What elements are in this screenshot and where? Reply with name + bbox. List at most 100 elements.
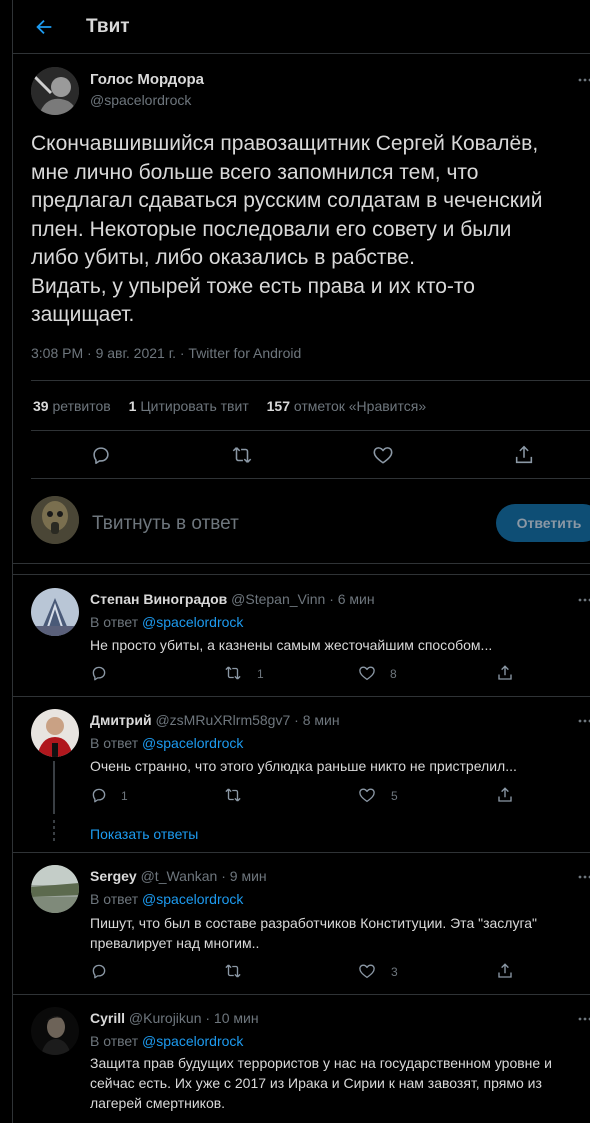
avatar[interactable] bbox=[31, 1007, 79, 1055]
thread-dots bbox=[53, 820, 55, 842]
like-count: 8 bbox=[390, 667, 397, 681]
reply-to-prefix: В ответ bbox=[90, 1033, 139, 1049]
divider bbox=[13, 852, 590, 853]
likes-label: отметок «Нравится» bbox=[293, 398, 427, 414]
reply-time[interactable]: · 9 мин bbox=[221, 868, 266, 884]
more-icon[interactable] bbox=[577, 713, 590, 729]
avatar[interactable] bbox=[31, 865, 79, 913]
reply-to-line: В ответ @spacelordrock bbox=[90, 1033, 243, 1049]
likes-stat[interactable]: 157 отметок «Нравится» bbox=[267, 398, 427, 414]
author-name[interactable]: Голос Мордора bbox=[90, 71, 204, 88]
more-icon[interactable] bbox=[577, 1011, 590, 1027]
reply-author-name[interactable]: Степан Виноградов bbox=[90, 591, 227, 607]
tweet-text-line: Скончавшившийся правозащитник Сергей Ков… bbox=[31, 132, 539, 155]
reply-header: Степан Виноградов @Stepan_Vinn · 6 мин bbox=[90, 591, 375, 607]
like-icon[interactable] bbox=[358, 962, 376, 980]
more-icon[interactable] bbox=[577, 592, 590, 608]
tweet-stats: 39 ретвитов 1 Цитировать твит 157 отмето… bbox=[33, 398, 426, 414]
retweets-count: 39 bbox=[33, 398, 49, 414]
retweets-stat[interactable]: 39 ретвитов bbox=[33, 398, 115, 414]
reply-icon[interactable] bbox=[90, 444, 112, 466]
author-handle[interactable]: @spacelordrock bbox=[90, 92, 191, 108]
share-icon[interactable] bbox=[513, 444, 535, 466]
retweet-count: 1 bbox=[257, 667, 264, 681]
reply-icon[interactable] bbox=[90, 664, 108, 682]
reply-author-handle[interactable]: @Stepan_Vinn bbox=[231, 591, 325, 607]
reply-text-line: Защита прав будущих террористов у нас на… bbox=[90, 1055, 552, 1071]
reply-to-line: В ответ @spacelordrock bbox=[90, 735, 243, 751]
share-icon[interactable] bbox=[496, 664, 514, 682]
reply-header: Cyrill @Kurojikun · 10 мин bbox=[90, 1010, 259, 1026]
retweet-icon[interactable] bbox=[224, 664, 242, 682]
divider bbox=[13, 696, 590, 697]
retweet-icon[interactable] bbox=[231, 444, 253, 466]
avatar-image bbox=[31, 1007, 79, 1055]
reply-to-link[interactable]: @spacelordrock bbox=[142, 614, 243, 630]
reply-time[interactable]: · 8 мин bbox=[294, 712, 339, 728]
tweet-text-line: защищает. bbox=[31, 303, 135, 326]
share-icon[interactable] bbox=[496, 962, 514, 980]
user-avatar-image bbox=[31, 496, 79, 544]
reply-to-prefix: В ответ bbox=[90, 614, 139, 630]
reply-text-line: лагерей смертников. bbox=[90, 1095, 226, 1111]
tweet-meta[interactable]: 3:08 PM · 9 авг. 2021 г. · Twitter for A… bbox=[31, 345, 301, 361]
quotes-count: 1 bbox=[128, 398, 137, 414]
reply-author-name[interactable]: Дмитрий bbox=[90, 712, 152, 728]
divider bbox=[31, 430, 590, 431]
reply-to-line: В ответ @spacelordrock bbox=[90, 891, 243, 907]
reply-author-name[interactable]: Sergey bbox=[90, 868, 137, 884]
reply-to-link[interactable]: @spacelordrock bbox=[142, 735, 243, 751]
like-icon[interactable] bbox=[358, 786, 376, 804]
reply-author-handle[interactable]: @Kurojikun bbox=[129, 1010, 202, 1026]
reply-to-prefix: В ответ bbox=[90, 735, 139, 751]
reply-author-name[interactable]: Cyrill bbox=[90, 1010, 125, 1026]
retweet-icon[interactable] bbox=[224, 786, 242, 804]
divider bbox=[31, 380, 590, 381]
tweet-text-line: мне лично больше всего запомнился тем, ч… bbox=[31, 160, 479, 184]
tweet-text-line: Видать, у упырей тоже есть права и их кт… bbox=[31, 274, 475, 298]
like-count: 5 bbox=[391, 789, 398, 803]
quotes-label: Цитировать твит bbox=[140, 398, 249, 414]
tweet-text-line: плен. Некоторые последовали его совету и… bbox=[31, 217, 512, 241]
reply-to-link[interactable]: @spacelordrock bbox=[142, 1033, 243, 1049]
tweet-text-line: предлагал сдаваться русским солдатам в ч… bbox=[31, 189, 543, 212]
user-avatar[interactable] bbox=[31, 496, 79, 544]
reply-text-line: сейчас есть. Их уже с 2017 из Ирака и Си… bbox=[90, 1075, 542, 1091]
reply-header: Дмитрий @zsMRuXRlrm58gv7 · 8 мин bbox=[90, 712, 340, 728]
page-title: Твит bbox=[86, 16, 130, 37]
reply-author-handle[interactable]: @t_Wankan bbox=[141, 868, 218, 884]
reply-to-line: В ответ @spacelordrock bbox=[90, 614, 243, 630]
quotes-stat[interactable]: 1 Цитировать твит bbox=[129, 398, 253, 414]
retweets-label: ретвитов bbox=[52, 398, 111, 414]
reply-time[interactable]: · 6 мин bbox=[329, 591, 374, 607]
likes-count: 157 bbox=[266, 398, 290, 414]
like-count: 3 bbox=[391, 965, 398, 979]
section-separator bbox=[13, 563, 590, 575]
back-arrow-icon[interactable] bbox=[33, 16, 55, 38]
avatar[interactable] bbox=[31, 709, 79, 757]
like-icon[interactable] bbox=[372, 444, 394, 466]
avatar-image bbox=[31, 709, 79, 757]
reply-icon[interactable] bbox=[90, 962, 108, 980]
avatar-image bbox=[31, 865, 79, 913]
share-icon[interactable] bbox=[496, 786, 514, 804]
avatar[interactable] bbox=[31, 588, 79, 636]
tweet-text: Скончавшившийся правозащитник Сергей Ков… bbox=[31, 130, 542, 330]
avatar[interactable] bbox=[31, 67, 79, 115]
more-icon[interactable] bbox=[577, 869, 590, 885]
tweet-text-line: либо убиты, либо оказались в рабстве. bbox=[31, 246, 415, 269]
retweet-icon[interactable] bbox=[224, 962, 242, 980]
reply-time[interactable]: · 10 мин bbox=[205, 1010, 258, 1026]
reply-author-handle[interactable]: @zsMRuXRlrm58gv7 bbox=[155, 712, 290, 728]
reply-input[interactable]: Твитнуть в ответ bbox=[92, 513, 239, 535]
divider bbox=[13, 53, 590, 54]
like-icon[interactable] bbox=[358, 664, 376, 682]
reply-to-link[interactable]: @spacelordrock bbox=[142, 891, 243, 907]
divider bbox=[13, 994, 590, 995]
more-icon[interactable] bbox=[577, 72, 590, 88]
thread-line bbox=[53, 761, 55, 814]
show-replies-link[interactable]: Показать ответы bbox=[90, 826, 198, 842]
reply-text-line: Пишут, что был в составе разработчиков К… bbox=[90, 915, 538, 931]
reply-icon[interactable] bbox=[90, 786, 108, 804]
reply-button[interactable]: Ответить bbox=[496, 504, 590, 542]
